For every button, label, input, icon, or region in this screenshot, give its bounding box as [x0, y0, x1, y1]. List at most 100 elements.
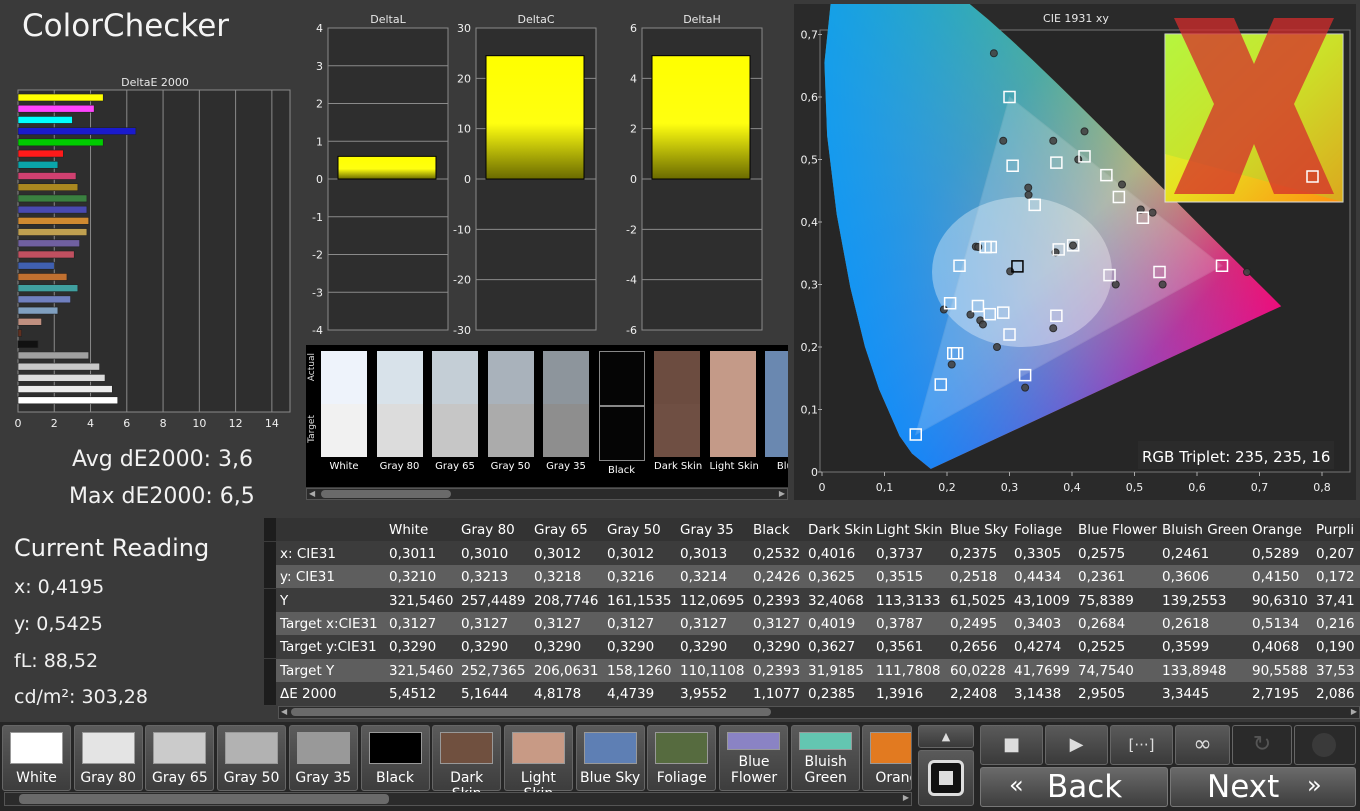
measured-point — [1021, 383, 1030, 392]
cie-y-tick: 0,4 — [801, 216, 819, 229]
deltae-tick-label: 4 — [87, 417, 94, 430]
patch-color — [153, 732, 207, 764]
scrollbar-thumb[interactable] — [321, 490, 451, 498]
refresh-button[interactable]: ↻ — [1232, 725, 1292, 765]
patch-scrollbar[interactable]: ▶ — [4, 792, 912, 806]
step-button[interactable]: [···] — [1110, 725, 1173, 765]
scroll-up-button[interactable]: ▲ — [918, 725, 974, 748]
play-button[interactable]: ▶ — [1045, 725, 1108, 765]
table-scroll-right-icon[interactable]: ▶ — [1351, 707, 1357, 717]
patch-button[interactable]: Foliage — [647, 725, 717, 791]
table-cell: 75,8389 — [1078, 592, 1134, 609]
record-button[interactable] — [918, 750, 974, 806]
table-cell: 0,2525 — [1078, 639, 1126, 656]
measured-point — [978, 320, 987, 329]
column-header: Orange — [1252, 522, 1302, 538]
table-cell: 37,41 — [1316, 592, 1355, 609]
patch-button[interactable]: Gray 80 — [73, 725, 143, 791]
table-cell: 61,5025 — [950, 592, 1006, 609]
swatch-target — [765, 404, 788, 457]
patch-button[interactable]: Black — [360, 725, 430, 791]
patch-button[interactable]: White — [2, 725, 71, 791]
deltae-bar — [17, 396, 119, 405]
patch-label: Gray 65 — [152, 770, 208, 786]
back-button[interactable]: « Back — [980, 767, 1168, 807]
cie-y-tick: 0,3 — [801, 279, 819, 292]
deltae-chart: DeltaE 2000 0 2 4 6 8 10 12 14 — [15, 76, 291, 430]
table-cell: 3,1438 — [1014, 685, 1062, 702]
scroll-left-icon[interactable]: ◀ — [309, 489, 315, 499]
delta-tick-label: -20 — [453, 274, 471, 287]
table-cell: 31,9185 — [808, 662, 864, 679]
swatch-pair: White — [321, 351, 367, 472]
next-button[interactable]: Next » — [1170, 767, 1356, 807]
patch-button[interactable]: Blue Sky — [575, 725, 645, 791]
deltae-bar — [17, 362, 100, 371]
patch-button[interactable]: Gray 35 — [288, 725, 358, 791]
patch-button[interactable]: Gray 50 — [217, 725, 287, 791]
patch-button[interactable]: Gray 65 — [145, 725, 215, 791]
play-icon: ▶ — [1069, 734, 1084, 755]
status-button[interactable] — [1294, 725, 1356, 765]
patch-button[interactable]: Blue Flower — [719, 725, 788, 791]
patch-label: Gray 80 — [80, 770, 137, 786]
swatch-target — [376, 404, 423, 457]
swatch-actual — [543, 351, 589, 404]
deltae-tick-label: 2 — [51, 417, 58, 430]
delta-tick-label: 4 — [630, 72, 637, 85]
swatch-actual — [487, 351, 534, 404]
table-cell: 113,3133 — [876, 592, 941, 609]
cie-x-tick: 0,8 — [1313, 481, 1331, 494]
table-cell: 0,3737 — [876, 546, 924, 562]
table-cell: 0,172 — [1316, 569, 1355, 586]
table-cell: 0,3012 — [607, 546, 655, 562]
table-cell: 5,1644 — [461, 685, 509, 702]
deltae-bar — [17, 306, 59, 315]
cie-y-tick: 0,1 — [801, 404, 819, 417]
patch-scrollbar-thumb[interactable] — [19, 794, 389, 804]
patch-scroll-right-icon[interactable]: ▶ — [903, 793, 909, 803]
table-scrollbar[interactable]: ◀ ▶ — [278, 706, 1360, 719]
delta-tick-label: 2 — [316, 98, 323, 111]
deltae-bar — [17, 284, 79, 292]
table-cell: 133,8948 — [1162, 662, 1227, 679]
swatch-label: Black — [607, 465, 636, 476]
deltae-bar — [17, 138, 104, 147]
patch-label: Foliage — [656, 770, 707, 786]
deltae-bar — [17, 172, 77, 180]
stop-icon: ■ — [1002, 734, 1020, 755]
table-scrollbar-thumb[interactable] — [291, 708, 771, 716]
swatch-pair: Gray 65 — [432, 351, 478, 472]
measured-point — [1118, 180, 1126, 189]
delta-tick-label: 2 — [630, 123, 637, 136]
swatch-pair: Light Skin — [709, 351, 759, 472]
table-cell: 0,3011 — [389, 546, 437, 562]
deltae-chart-title: DeltaE 2000 — [121, 76, 189, 89]
table-cell: 3,3445 — [1162, 685, 1210, 702]
patch-button[interactable]: Dark Skin — [432, 725, 502, 802]
patch-label: Orang — [875, 770, 911, 786]
patch-button[interactable]: Orang — [862, 725, 913, 791]
deltae-tick-label: 12 — [229, 417, 243, 430]
deltae-bar — [17, 183, 79, 192]
stop-button[interactable]: ■ — [980, 725, 1043, 765]
table-cell: 0,3305 — [1014, 546, 1062, 562]
chevron-up-icon: ▲ — [941, 730, 951, 743]
table-cell: 0,3127 — [680, 615, 728, 632]
table-cell: 0,3606 — [1162, 569, 1210, 586]
measured-point — [1243, 268, 1251, 276]
table-scroll-left-icon[interactable]: ◀ — [281, 707, 287, 717]
table-cell: 0,3561 — [876, 639, 924, 656]
table-cell: 60,0228 — [950, 662, 1006, 679]
swatch-scrollbar[interactable]: ◀ ▶ — [306, 488, 788, 500]
scroll-right-icon[interactable]: ▶ — [779, 489, 785, 499]
swatch-actual — [432, 351, 478, 404]
column-header: Gray 80 — [461, 522, 515, 538]
cie-x-tick: 0,6 — [1188, 481, 1206, 494]
loop-button[interactable]: ∞ — [1175, 725, 1230, 765]
table-cell: 0,3210 — [389, 569, 437, 586]
patch-button[interactable]: Light Skin — [503, 725, 573, 802]
swatch-pair: Blue — [765, 351, 788, 472]
patch-button[interactable]: Bluish Green — [790, 725, 860, 791]
swatch-target — [432, 404, 478, 457]
